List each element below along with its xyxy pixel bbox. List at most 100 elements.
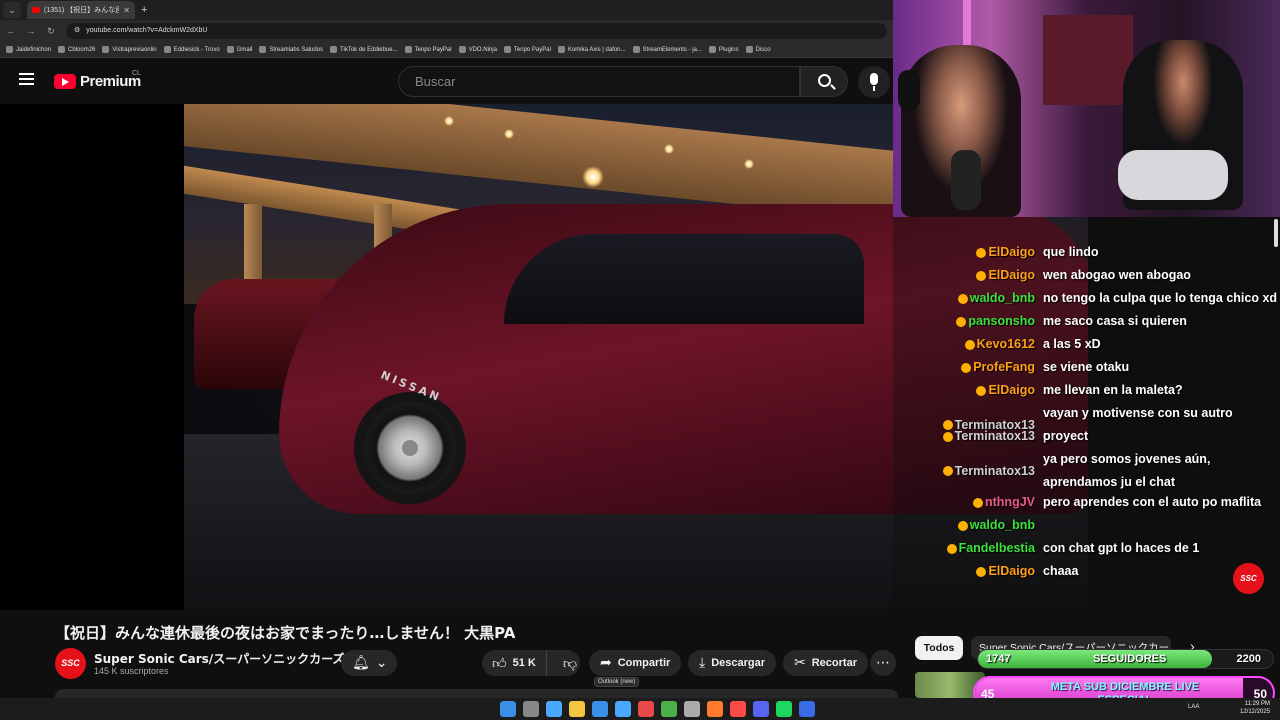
chat-username[interactable]: ElDaigo xyxy=(893,241,1039,264)
taskbar-app-icon[interactable] xyxy=(661,701,677,717)
bookmark-item[interactable]: Plugins xyxy=(708,46,739,53)
chat-message-text: o xyxy=(1043,429,1051,443)
taskbar-app-icon[interactable] xyxy=(753,701,769,717)
chat-badge-icon xyxy=(964,339,975,350)
taskbar-app-icon[interactable] xyxy=(592,701,608,717)
followers-label: SEGUIDORES xyxy=(1093,653,1167,665)
chat-username-text: ElDaigo xyxy=(988,383,1035,397)
new-tab-button[interactable]: + xyxy=(141,4,147,16)
chat-username-text: waldo_bnb xyxy=(969,518,1035,532)
chat-username-text: nthngJV xyxy=(985,495,1035,509)
search-input[interactable] xyxy=(398,66,800,97)
bookmark-label: Tenpo PayPal xyxy=(513,46,551,53)
chat-username[interactable]: ElDaigo xyxy=(893,560,1039,583)
taskbar-app-icon[interactable] xyxy=(776,701,792,717)
street-light xyxy=(582,166,604,188)
search-button[interactable] xyxy=(800,66,848,97)
reload-icon[interactable]: ↻ xyxy=(46,26,56,37)
bookmark-label: Gmail xyxy=(236,46,253,53)
back-icon[interactable]: ← xyxy=(6,26,16,36)
chat-username[interactable]: nthngJV xyxy=(893,491,1039,514)
taskbar-app-icon[interactable] xyxy=(523,701,539,717)
youtube-header: Premium CL xyxy=(0,58,893,104)
tab-search-button[interactable]: ⌄ xyxy=(3,2,21,18)
taskbar-app-icon[interactable] xyxy=(569,701,585,717)
taskbar-app-icon[interactable] xyxy=(546,701,562,717)
bookmark-favicon-icon xyxy=(330,46,338,53)
bookmark-item[interactable]: Streamlabs Saludos xyxy=(259,46,323,53)
bookmark-item[interactable]: TikTok de Eddiebue... xyxy=(330,46,398,53)
bookmark-item[interactable]: Cbloom26 xyxy=(58,46,95,53)
taskbar-app-icon[interactable] xyxy=(500,701,516,717)
bookmark-item[interactable]: Gmail xyxy=(226,46,253,53)
chat-badge-icon xyxy=(957,520,968,531)
share-button[interactable]: ➦ Compartir xyxy=(589,650,682,676)
clock[interactable]: 11:29 PM 12/12/2025 xyxy=(1240,700,1270,716)
voice-search-button[interactable] xyxy=(858,66,890,98)
bookmark-item[interactable]: Eddiesick - Trovo xyxy=(163,46,220,53)
bookmark-label: Tenpo PayPal xyxy=(414,46,452,53)
chat-badge-icon xyxy=(976,270,987,281)
chat-username[interactable]: ProfeFang xyxy=(893,356,1039,379)
chat-message-text: no tengo la culpa que lo tenga chico xd xyxy=(1043,291,1278,305)
input-language[interactable]: LAA xyxy=(1188,704,1199,710)
chat-badge-icon xyxy=(957,293,968,304)
bookmark-item[interactable]: VDO.Ninja xyxy=(458,46,497,53)
more-actions-button[interactable]: ⋯ xyxy=(870,650,896,676)
bookmark-favicon-icon xyxy=(632,46,640,53)
chat-username[interactable]: ElDaigo xyxy=(893,379,1039,402)
taskbar-app-icon[interactable] xyxy=(730,701,746,717)
chat-message: Fandelbestia con chat gpt lo haces de 1 xyxy=(893,537,1280,560)
download-button[interactable]: ⤓ Descargar xyxy=(688,650,777,676)
chat-badge-icon xyxy=(942,466,953,476)
bookmark-item[interactable]: Komika Axis | dafon... xyxy=(557,46,626,53)
chat-username[interactable]: pansonsho xyxy=(893,310,1039,333)
chat-username-text: ProfeFang xyxy=(973,360,1035,374)
chat-badge-icon xyxy=(946,543,957,554)
bookmark-favicon-icon xyxy=(58,46,66,53)
chat-username[interactable]: waldo_bnb xyxy=(893,514,1039,537)
chat-username[interactable]: Terminatox13 xyxy=(893,425,1039,448)
browser-tab[interactable]: (1351) 【祝日】みんな連休最 ✕ xyxy=(27,1,135,19)
like-dislike-group: 👍︎ 51 K 👎︎ xyxy=(482,650,580,676)
chat-username[interactable]: Fandelbestia xyxy=(893,537,1039,560)
site-info-icon[interactable]: ⚙ xyxy=(74,23,80,39)
taskbar-app-icon[interactable] xyxy=(684,701,700,717)
chat-message: Terminatox13 ya pero somos jovenes aún, a… xyxy=(893,448,1280,494)
dislike-button[interactable]: 👎︎ xyxy=(553,650,587,676)
youtube-logo[interactable]: Premium xyxy=(54,73,141,90)
menu-icon[interactable] xyxy=(19,73,34,85)
tab-close-icon[interactable]: ✕ xyxy=(123,6,130,15)
download-label: Descargar xyxy=(711,657,766,669)
chat-message: waldo_bnb no tengo la culpa que lo tenga … xyxy=(893,287,1280,310)
like-count: 51 K xyxy=(512,657,536,669)
bookmark-item[interactable]: Disco xyxy=(745,46,771,53)
chat-username[interactable]: ElDaigo xyxy=(893,264,1039,287)
chat-username[interactable]: Terminatox13 xyxy=(893,448,1039,494)
bookmark-item[interactable]: Tenpo PayPal xyxy=(503,46,551,53)
bookmark-favicon-icon xyxy=(503,46,511,53)
taskbar-app-icon[interactable] xyxy=(707,701,723,717)
taskbar-app-icon[interactable] xyxy=(638,701,654,717)
chat-username[interactable]: Kevo1612 xyxy=(893,333,1039,356)
followers-goal: 2200 xyxy=(1236,653,1261,665)
channel-avatar[interactable]: SSC xyxy=(55,648,86,679)
url-field[interactable]: ⚙ youtube.com/watch?v=AdckmW2dXbU xyxy=(66,23,887,39)
chat-message-text: me saco casa si quieren xyxy=(1043,314,1187,328)
bookmark-favicon-icon xyxy=(458,46,466,53)
share-icon: ➦ xyxy=(600,655,612,671)
clip-button[interactable]: ✂ Recortar xyxy=(783,650,868,676)
like-button[interactable]: 👍︎ 51 K xyxy=(482,650,547,676)
bookmark-item[interactable]: Vistrapreviaonlin xyxy=(102,46,157,53)
taskbar-app-icon[interactable] xyxy=(799,701,815,717)
notifications-button[interactable]: 🔔︎ ⌄ xyxy=(341,650,397,676)
chat-username[interactable]: waldo_bnb xyxy=(893,287,1039,310)
bookmark-item[interactable]: StreamElements - ja... xyxy=(632,46,702,53)
forward-icon[interactable]: → xyxy=(26,26,36,36)
bookmark-item[interactable]: Jaidefinichon xyxy=(6,46,51,53)
bookmark-favicon-icon xyxy=(226,46,234,53)
taskbar-app-icon[interactable] xyxy=(615,701,631,717)
chip-all[interactable]: Todos xyxy=(915,636,963,660)
bookmark-item[interactable]: Tenpo PayPal xyxy=(404,46,452,53)
channel-name[interactable]: Super Sonic Cars/スーパーソニックカーズ xyxy=(94,650,344,667)
